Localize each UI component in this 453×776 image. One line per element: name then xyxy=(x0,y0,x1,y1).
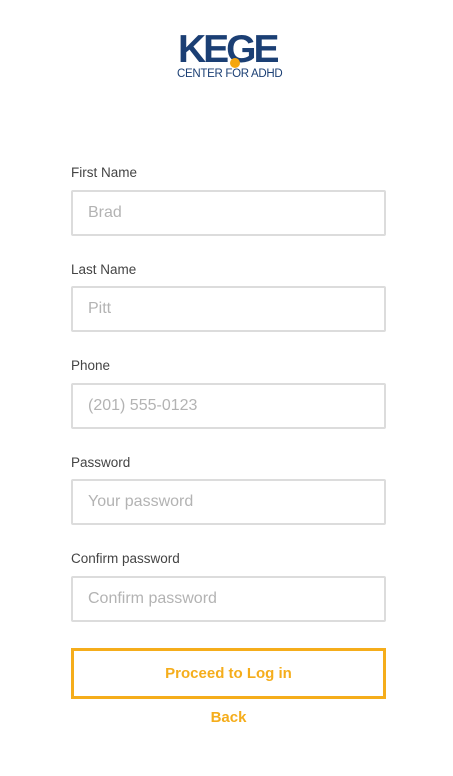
password-input[interactable] xyxy=(71,479,386,525)
password-label: Password xyxy=(71,455,131,470)
kege-logo: KEGE CENTER FOR ADHD xyxy=(176,30,288,82)
logo-dot-icon xyxy=(230,58,240,68)
last-name-input[interactable] xyxy=(71,286,386,332)
logo-subtitle: CENTER FOR ADHD xyxy=(177,68,283,80)
confirm-password-input[interactable] xyxy=(71,576,386,622)
confirm-password-label: Confirm password xyxy=(71,551,180,566)
last-name-label: Last Name xyxy=(71,262,137,277)
logo-wordmark: KEGE xyxy=(178,28,280,71)
proceed-to-login-button[interactable]: Proceed to Log in xyxy=(71,648,386,699)
phone-label: Phone xyxy=(71,358,111,373)
phone-input[interactable] xyxy=(71,383,386,429)
first-name-label: First Name xyxy=(71,165,138,180)
back-link[interactable]: Back xyxy=(71,709,386,726)
first-name-input[interactable] xyxy=(71,190,386,236)
